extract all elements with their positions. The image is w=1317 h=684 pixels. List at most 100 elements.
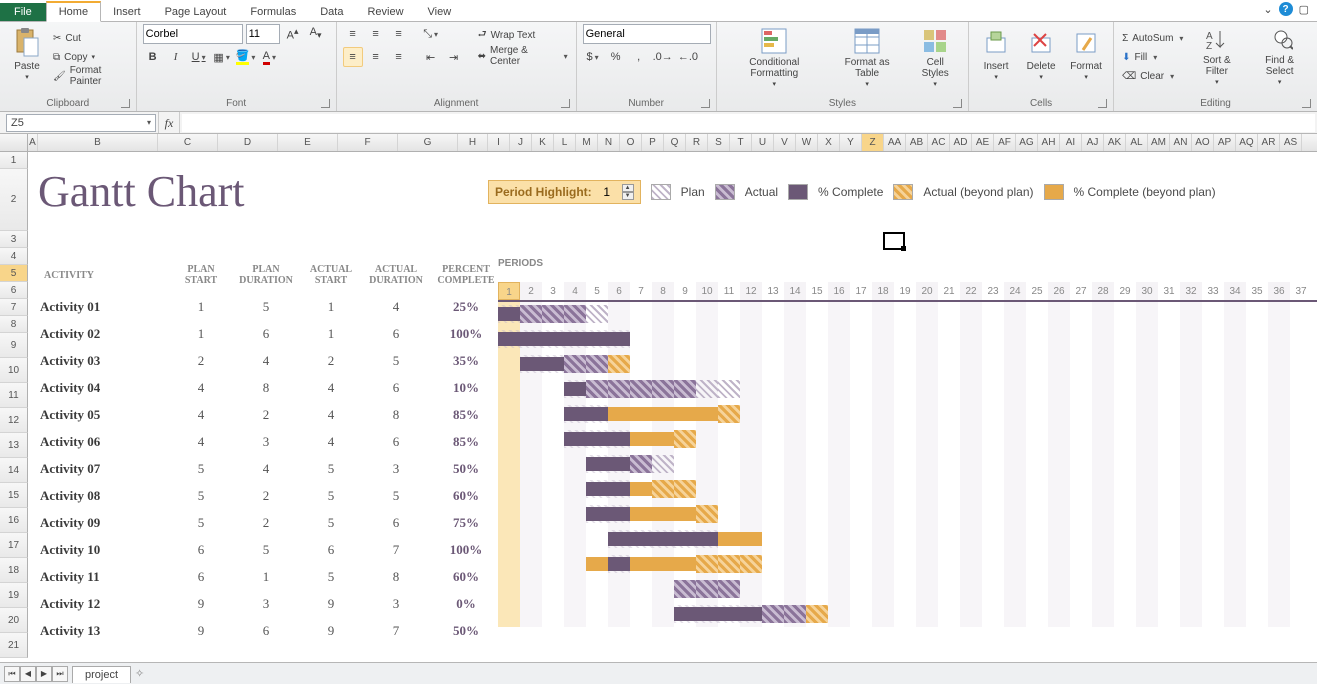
formula-input[interactable] <box>182 114 1315 132</box>
row-header-14[interactable]: 14 <box>0 458 28 483</box>
table-row[interactable]: Activity 09 5 2 5 6 75% <box>40 510 500 535</box>
tab-view[interactable]: View <box>416 3 464 21</box>
col-header-AP[interactable]: AP <box>1214 134 1236 151</box>
table-row[interactable]: Activity 07 5 4 5 3 50% <box>40 456 500 481</box>
col-header-AO[interactable]: AO <box>1192 134 1214 151</box>
format-painter-button[interactable]: 🖌Format Painter <box>51 67 130 85</box>
name-box[interactable]: Z5 <box>6 114 156 132</box>
cut-button[interactable]: ✂Cut <box>51 29 130 47</box>
col-header-AG[interactable]: AG <box>1016 134 1038 151</box>
row-header-3[interactable]: 3 <box>0 231 28 248</box>
col-header-Y[interactable]: Y <box>840 134 862 151</box>
merge-center-button[interactable]: ⬌Merge & Center <box>476 47 570 65</box>
col-header-AA[interactable]: AA <box>884 134 906 151</box>
col-header-J[interactable]: J <box>510 134 532 151</box>
nav-prev-icon[interactable]: ◀ <box>20 666 36 682</box>
align-center-button[interactable]: ≡ <box>366 47 386 67</box>
col-header-N[interactable]: N <box>598 134 620 151</box>
spin-up-icon[interactable]: ▲ <box>622 184 634 192</box>
col-header-AC[interactable]: AC <box>928 134 950 151</box>
col-header-AL[interactable]: AL <box>1126 134 1148 151</box>
sheet-nav[interactable]: ⏮ ◀ ▶ ⏭ <box>4 666 68 682</box>
col-header-Z[interactable]: Z <box>862 134 884 151</box>
row-header-15[interactable]: 15 <box>0 483 28 508</box>
grow-font-button[interactable]: A▴ <box>283 24 303 44</box>
worksheet[interactable]: ABCDEFGHIJKLMNOPQRSTUVWXYZAAABACADAEAFAG… <box>0 134 1317 662</box>
col-header-H[interactable]: H <box>458 134 488 151</box>
table-row[interactable]: Activity 06 4 3 4 6 85% <box>40 429 500 454</box>
insert-cells-button[interactable]: Insert▾ <box>975 24 1017 90</box>
row-header-10[interactable]: 10 <box>0 358 28 383</box>
table-row[interactable]: Activity 02 1 6 1 6 100% <box>40 321 500 346</box>
number-format-combo[interactable] <box>583 24 711 44</box>
col-header-S[interactable]: S <box>708 134 730 151</box>
autosum-button[interactable]: ΣAutoSum <box>1120 29 1185 47</box>
nav-last-icon[interactable]: ⏭ <box>52 666 68 682</box>
col-header-AF[interactable]: AF <box>994 134 1016 151</box>
row-header-9[interactable]: 9 <box>0 333 28 358</box>
col-header-Q[interactable]: Q <box>664 134 686 151</box>
window-state-icon[interactable]: ▢ <box>1299 3 1309 16</box>
col-header-X[interactable]: X <box>818 134 840 151</box>
tab-file[interactable]: File <box>0 3 46 21</box>
row-header-8[interactable]: 8 <box>0 316 28 333</box>
row-header-7[interactable]: 7 <box>0 299 28 316</box>
table-row[interactable]: Activity 11 6 1 5 8 60% <box>40 564 500 589</box>
decrease-decimal-button[interactable]: ←.0 <box>677 47 699 67</box>
col-header-AR[interactable]: AR <box>1258 134 1280 151</box>
wrap-text-button[interactable]: ⮐Wrap Text <box>476 26 570 44</box>
font-name-combo[interactable] <box>143 24 243 44</box>
tab-home[interactable]: Home <box>46 1 101 22</box>
row-header-17[interactable]: 17 <box>0 533 28 558</box>
col-header-AQ[interactable]: AQ <box>1236 134 1258 151</box>
table-row[interactable]: Activity 03 2 4 2 5 35% <box>40 348 500 373</box>
shrink-font-button[interactable]: A▾ <box>306 24 326 44</box>
row-header-13[interactable]: 13 <box>0 433 28 458</box>
select-all-corner[interactable] <box>0 134 28 151</box>
col-header-AB[interactable]: AB <box>906 134 928 151</box>
tab-data[interactable]: Data <box>308 3 355 21</box>
nav-next-icon[interactable]: ▶ <box>36 666 52 682</box>
caret-icon[interactable]: ⌄ <box>1263 3 1272 16</box>
new-sheet-icon[interactable]: ✧ <box>135 667 144 680</box>
period-highlight-value[interactable] <box>598 185 616 199</box>
col-header-D[interactable]: D <box>218 134 278 151</box>
font-size-combo[interactable] <box>246 24 280 44</box>
col-header-P[interactable]: P <box>642 134 664 151</box>
help-icon[interactable]: ? <box>1279 2 1293 16</box>
nav-first-icon[interactable]: ⏮ <box>4 666 20 682</box>
bold-button[interactable]: B <box>143 47 163 67</box>
col-header-AD[interactable]: AD <box>950 134 972 151</box>
col-header-I[interactable]: I <box>488 134 510 151</box>
col-header-V[interactable]: V <box>774 134 796 151</box>
col-header-U[interactable]: U <box>752 134 774 151</box>
cell-styles-button[interactable]: Cell Styles▾ <box>908 24 962 90</box>
cells-area[interactable]: Gantt Chart Period Highlight: ▲▼ Plan Ac… <box>28 152 1317 217</box>
indent-increase-button[interactable]: ⇥ <box>444 47 464 67</box>
increase-decimal-button[interactable]: .0→ <box>652 47 674 67</box>
col-header-T[interactable]: T <box>730 134 752 151</box>
align-top-button[interactable]: ≡ <box>343 24 363 44</box>
orientation-button[interactable]: ⤡ <box>421 24 441 44</box>
tab-review[interactable]: Review <box>355 3 415 21</box>
copy-button[interactable]: ⧉Copy▾ <box>51 48 130 66</box>
column-headers[interactable]: ABCDEFGHIJKLMNOPQRSTUVWXYZAAABACADAEAFAG… <box>0 134 1317 152</box>
row-header-4[interactable]: 4 <box>0 248 28 265</box>
row-header-20[interactable]: 20 <box>0 608 28 633</box>
paste-button[interactable]: Paste▾ <box>6 24 48 90</box>
col-header-AK[interactable]: AK <box>1104 134 1126 151</box>
col-header-G[interactable]: G <box>398 134 458 151</box>
row-headers[interactable]: 123456789101112131415161718192021 <box>0 152 28 658</box>
align-bottom-button[interactable]: ≡ <box>389 24 409 44</box>
col-header-W[interactable]: W <box>796 134 818 151</box>
row-header-5[interactable]: 5 <box>0 265 28 282</box>
fill-button[interactable]: ⬇Fill <box>1120 48 1185 66</box>
table-row[interactable]: Activity 04 4 8 4 6 10% <box>40 375 500 400</box>
percent-button[interactable]: % <box>606 47 626 67</box>
table-row[interactable]: Activity 12 9 3 9 3 0% <box>40 591 500 616</box>
row-header-11[interactable]: 11 <box>0 383 28 408</box>
spin-down-icon[interactable]: ▼ <box>622 192 634 200</box>
col-header-K[interactable]: K <box>532 134 554 151</box>
col-header-C[interactable]: C <box>158 134 218 151</box>
fill-color-button[interactable]: 🪣 <box>235 47 257 67</box>
